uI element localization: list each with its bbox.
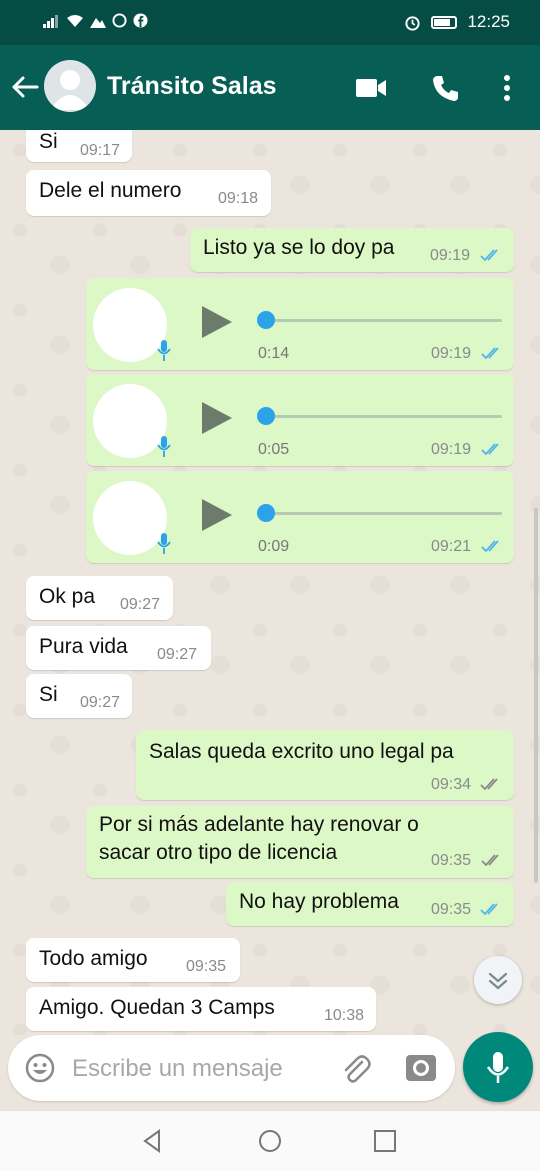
play-icon[interactable] <box>202 499 232 531</box>
message-text: Listo ya se lo doy pa <box>203 236 395 259</box>
play-icon[interactable] <box>202 402 232 434</box>
message-bubble-outgoing[interactable]: Salas queda excrito uno legal pa 09:34 <box>136 730 514 800</box>
voice-record-button[interactable] <box>463 1032 533 1102</box>
message-text: Salas queda excrito uno legal pa <box>149 740 454 763</box>
message-text: Si <box>39 130 58 153</box>
message-time: 09:19 <box>431 345 472 362</box>
mic-icon <box>157 340 171 361</box>
status-time: 12:25 <box>467 12 510 31</box>
scroll-to-bottom-button[interactable] <box>474 956 522 1004</box>
message-text-line-2: sacar otro tipo de licencia <box>99 841 338 864</box>
message-time: 09:35 <box>431 901 472 918</box>
avatar[interactable] <box>44 60 96 112</box>
voice-duration: 0:05 <box>258 441 290 458</box>
status-bar: 12:25 <box>0 0 540 45</box>
message-list[interactable]: Si 09:17 Dele el numero 09:18 Listo ya s… <box>0 130 540 1035</box>
message-bubble-incoming[interactable]: Dele el numero 09:18 <box>26 170 271 216</box>
scrollbar[interactable] <box>534 508 538 883</box>
voice-message[interactable]: 0:14 09:19 <box>86 278 514 370</box>
read-ticks-icon <box>481 347 499 360</box>
camera-icon[interactable] <box>405 1052 437 1084</box>
message-time: 09:35 <box>431 852 472 869</box>
video-call-icon[interactable] <box>354 73 388 103</box>
message-text: Ok pa <box>39 585 96 608</box>
message-input[interactable]: Escribe un mensaje <box>72 1055 283 1083</box>
audio-progress-handle[interactable] <box>257 311 275 329</box>
battery-icon <box>431 15 458 29</box>
default-avatar-icon <box>50 70 90 110</box>
audio-progress-handle[interactable] <box>257 504 275 522</box>
read-ticks-icon <box>481 443 499 456</box>
audio-progress-handle[interactable] <box>257 407 275 425</box>
message-time: 09:18 <box>218 190 259 207</box>
audio-progress-track[interactable] <box>262 415 502 418</box>
voice-message[interactable]: 0:05 09:19 <box>86 374 514 466</box>
message-time: 09:27 <box>157 646 198 663</box>
message-text-line-1: Por si más adelante hay renovar o <box>99 813 419 836</box>
message-time: 09:19 <box>430 247 471 264</box>
message-bubble-incoming[interactable]: Si 09:27 <box>26 674 132 718</box>
play-icon[interactable] <box>202 306 232 338</box>
message-text: Pura vida <box>39 635 128 658</box>
whatsapp-notif-icon <box>112 13 127 28</box>
facebook-notif-icon <box>133 13 148 28</box>
wifi-icon <box>67 14 83 27</box>
double-chevron-down-icon <box>488 972 508 990</box>
message-time: 09:17 <box>80 142 121 159</box>
delivered-ticks-icon <box>481 854 499 867</box>
mic-icon <box>157 533 171 554</box>
message-bubble-incoming[interactable]: Si 09:17 <box>26 130 132 162</box>
read-ticks-icon <box>480 903 498 916</box>
chat-bottom-strip <box>0 1101 540 1110</box>
emoji-icon[interactable] <box>24 1052 56 1084</box>
chat-header: Tránsito Salas <box>0 45 540 130</box>
contact-name[interactable]: Tránsito Salas <box>107 72 277 101</box>
nav-back-icon[interactable] <box>140 1128 166 1154</box>
message-bubble-incoming[interactable]: Amigo. Quedan 3 Camps 10:38 <box>26 987 376 1031</box>
read-ticks-icon <box>481 540 499 553</box>
more-vert-icon[interactable] <box>490 73 524 103</box>
message-text: Todo amigo <box>39 947 148 970</box>
delivered-ticks-icon <box>480 778 498 791</box>
alarm-icon <box>405 15 421 31</box>
back-arrow-icon[interactable] <box>8 71 40 103</box>
message-text: No hay problema <box>239 890 399 913</box>
message-time: 09:27 <box>80 694 121 711</box>
mountain-icon <box>90 17 106 28</box>
message-text: Amigo. Quedan 3 Camps <box>39 996 275 1019</box>
message-text: Dele el numero <box>39 179 182 202</box>
audio-progress-track[interactable] <box>262 512 502 515</box>
system-nav-bar <box>0 1110 540 1171</box>
message-time: 09:21 <box>431 538 472 555</box>
message-bubble-incoming[interactable]: Todo amigo 09:35 <box>26 938 240 982</box>
phone-icon[interactable] <box>428 73 462 103</box>
status-icons-left <box>42 13 148 28</box>
message-bubble-incoming[interactable]: Ok pa 09:27 <box>26 576 173 620</box>
message-time: 09:35 <box>186 958 227 975</box>
status-icons-right: 12:25 <box>404 12 510 32</box>
message-bubble-outgoing[interactable]: No hay problema 09:35 <box>226 882 514 926</box>
message-time: 09:34 <box>431 776 472 793</box>
message-bubble-outgoing[interactable]: Listo ya se lo doy pa 09:19 <box>190 228 514 272</box>
message-composer[interactable]: Escribe un mensaje <box>8 1035 455 1101</box>
message-time: 09:19 <box>431 441 472 458</box>
message-bubble-outgoing[interactable]: Por si más adelante hay renovar o sacar … <box>86 806 514 878</box>
voice-message[interactable]: 0:09 09:21 <box>86 471 514 563</box>
voice-duration: 0:09 <box>258 538 290 555</box>
message-bubble-incoming[interactable]: Pura vida 09:27 <box>26 626 211 670</box>
signal-icon <box>43 14 58 28</box>
message-text: Si <box>39 683 58 706</box>
mic-icon <box>486 1052 510 1083</box>
nav-home-icon[interactable] <box>257 1128 283 1154</box>
mic-icon <box>157 436 171 457</box>
audio-progress-track[interactable] <box>262 319 502 322</box>
attach-icon[interactable] <box>338 1052 372 1086</box>
message-time: 10:38 <box>324 1007 365 1024</box>
message-time: 09:27 <box>120 596 161 613</box>
nav-recents-icon[interactable] <box>372 1128 398 1154</box>
read-ticks-icon <box>480 249 498 262</box>
voice-duration: 0:14 <box>258 345 290 362</box>
